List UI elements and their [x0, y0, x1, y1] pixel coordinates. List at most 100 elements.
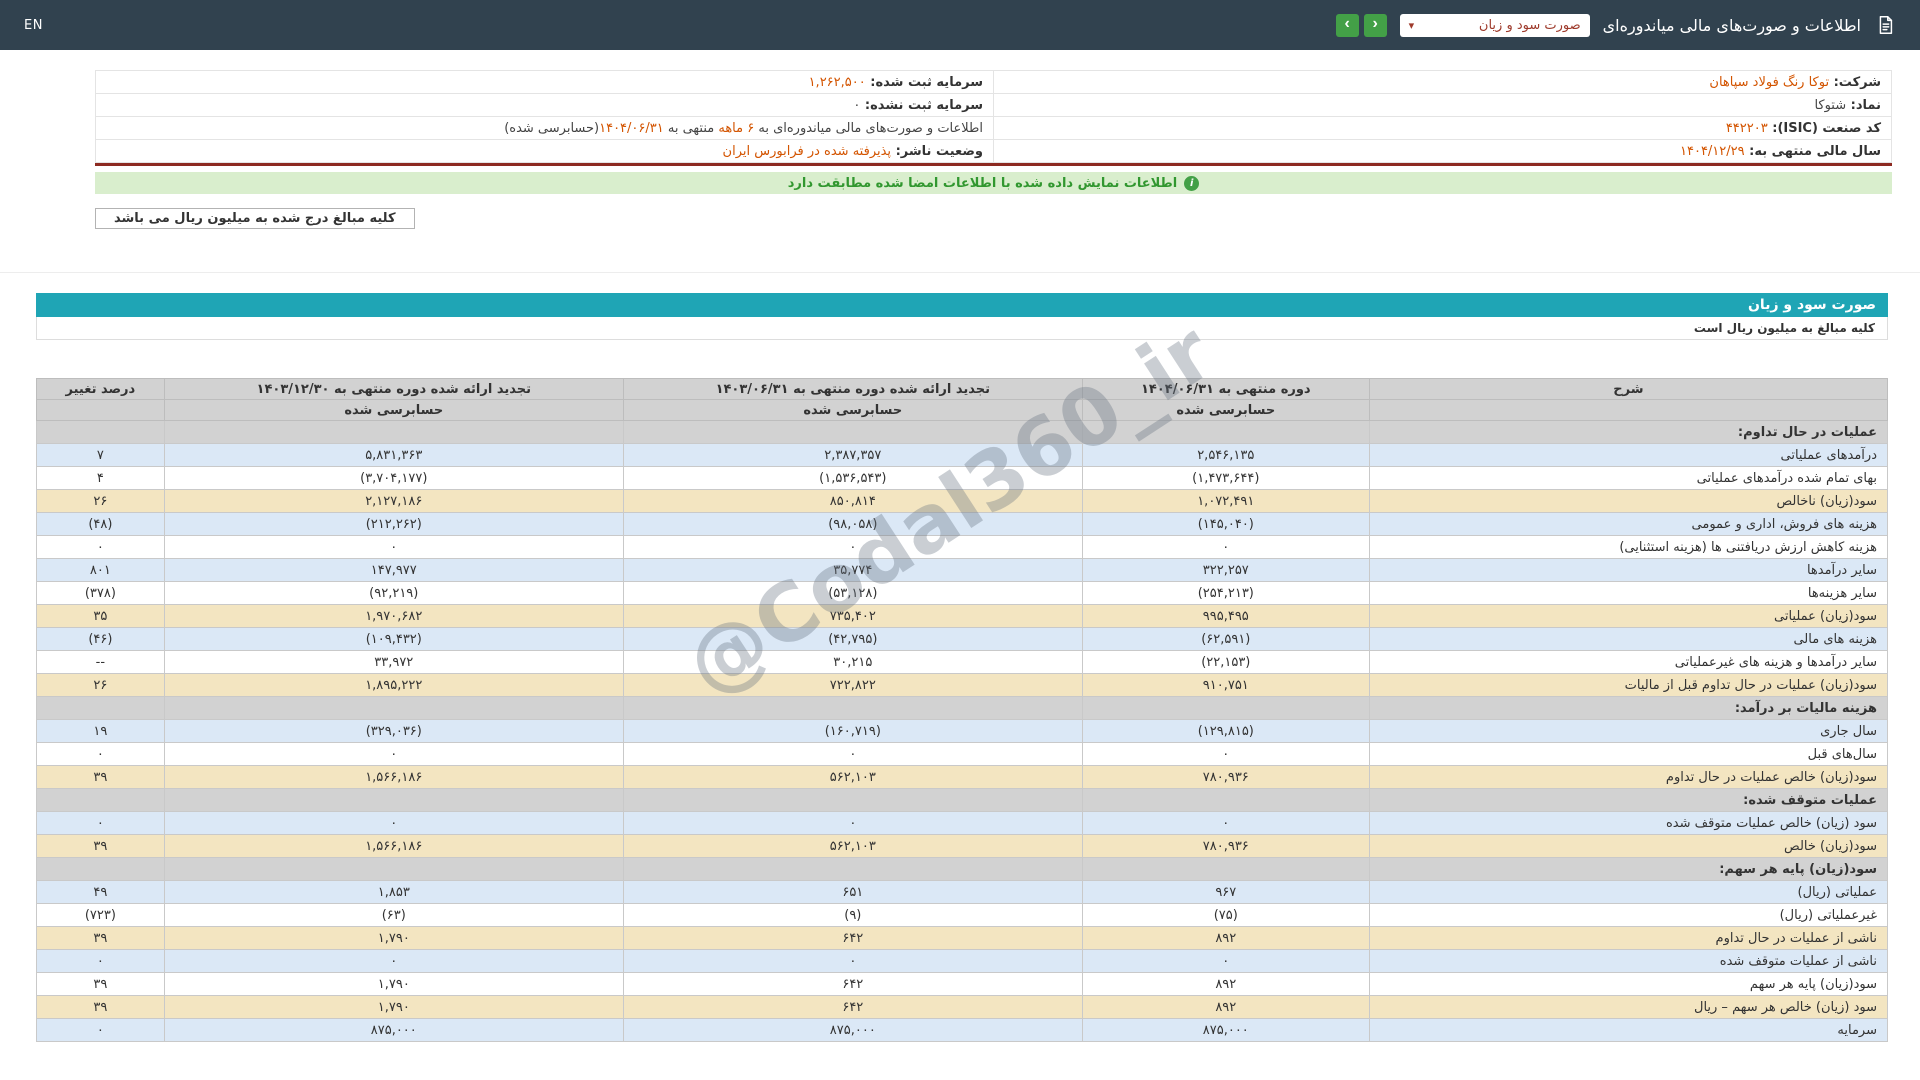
value-cell: (۶۲,۵۹۱) — [1082, 628, 1369, 651]
empty-cell — [1082, 421, 1369, 444]
value-cell: ۱,۷۹۰ — [164, 973, 623, 996]
statement-type-dropdown[interactable]: صورت سود و زیان ▾ — [1400, 14, 1590, 37]
value-cell: (۲۵۴,۲۱۳) — [1082, 582, 1369, 605]
company-info-row: نماد: شتوکاسرمایه ثبت نشده: ۰ — [96, 94, 1892, 117]
period-nav: ‹ › — [1336, 14, 1387, 37]
chevron-left-icon: ‹ — [1344, 16, 1349, 32]
page-title: اطلاعات و صورت‌های مالی میاندوره‌ای — [1603, 16, 1861, 35]
row-label: سود(زیان) خالص عملیات در حال تداوم — [1369, 766, 1887, 789]
value-cell: (۲۱۲,۲۶۲) — [164, 513, 623, 536]
value-cell: ۱,۵۶۶,۱۸۶ — [164, 766, 623, 789]
value-cell: (۶۳) — [164, 904, 623, 927]
change-cell: -- — [37, 651, 165, 674]
empty-cell — [623, 421, 1082, 444]
value-cell: ۳۰,۲۱۵ — [623, 651, 1082, 674]
change-cell: (۳۷۸) — [37, 582, 165, 605]
value-cell: ۶۵۱ — [623, 881, 1082, 904]
row-label: سرمایه — [1369, 1019, 1887, 1042]
change-cell: ۰ — [37, 950, 165, 973]
value-cell: (۹۲,۲۱۹) — [164, 582, 623, 605]
row-label: سایر درآمدها — [1369, 559, 1887, 582]
company-info-section: شرکت: توکا رنگ فولاد سپاهانسرمایه ثبت شد… — [95, 70, 1892, 229]
change-cell: ۳۹ — [37, 927, 165, 950]
company-info-cell: اطلاعات و صورت‌های مالی میاندوره‌ای به ۶… — [96, 117, 994, 140]
empty-cell — [623, 789, 1082, 812]
value-cell: (۲۲,۱۵۳) — [1082, 651, 1369, 674]
col-change: درصد تغییر — [37, 379, 165, 400]
table-row: سود (زیان) خالص عملیات متوقف شده۰۰۰۰ — [37, 812, 1888, 835]
value-cell: ۲,۵۴۶,۱۳۵ — [1082, 444, 1369, 467]
change-cell: ۰ — [37, 536, 165, 559]
value-cell: ۱,۹۷۰,۶۸۲ — [164, 605, 623, 628]
empty-cell — [1082, 789, 1369, 812]
table-row: سرمایه۸۷۵,۰۰۰۸۷۵,۰۰۰۸۷۵,۰۰۰۰ — [37, 1019, 1888, 1042]
section-row: سود(زیان) پایه هر سهم: — [37, 858, 1888, 881]
value-cell: (۱۴۵,۰۴۰) — [1082, 513, 1369, 536]
value-cell: ۰ — [164, 743, 623, 766]
value-cell: (۳۲۹,۰۳۶) — [164, 720, 623, 743]
table-row: سود(زیان) خالص عملیات در حال تداوم۷۸۰,۹۳… — [37, 766, 1888, 789]
value-cell: ۰ — [1082, 743, 1369, 766]
table-row: سال جاری(۱۲۹,۸۱۵)(۱۶۰,۷۱۹)(۳۲۹,۰۳۶)۱۹ — [37, 720, 1888, 743]
row-label: غیرعملیاتی (ریال) — [1369, 904, 1887, 927]
change-cell: (۷۲۳) — [37, 904, 165, 927]
change-cell: ۲۶ — [37, 674, 165, 697]
value-cell: (۹) — [623, 904, 1082, 927]
dropdown-selected-value: صورت سود و زیان — [1479, 18, 1581, 33]
value-cell: (۵۳,۱۲۸) — [623, 582, 1082, 605]
red-divider — [95, 163, 1892, 166]
value-cell: ۳۳,۹۷۲ — [164, 651, 623, 674]
table-row: غیرعملیاتی (ریال)(۷۵)(۹)(۶۳)(۷۲۳) — [37, 904, 1888, 927]
next-period-button[interactable]: › — [1364, 14, 1387, 37]
table-row: ناشی از عملیات در حال تداوم۸۹۲۶۴۲۱,۷۹۰۳۹ — [37, 927, 1888, 950]
prev-period-button[interactable]: ‹ — [1336, 14, 1359, 37]
value-cell: (۷۵) — [1082, 904, 1369, 927]
row-label: سود (زیان) خالص عملیات متوقف شده — [1369, 812, 1887, 835]
empty-header-cell — [1369, 400, 1887, 421]
col-period-restated-mid: تجدید ارائه شده دوره منتهی به ۱۴۰۳/۰۶/۳۱ — [623, 379, 1082, 400]
value-cell: (۱۰۹,۴۳۲) — [164, 628, 623, 651]
value-cell: ۱۴۷,۹۷۷ — [164, 559, 623, 582]
row-label: ناشی از عملیات در حال تداوم — [1369, 927, 1887, 950]
company-info-cell: سرمایه ثبت شده: ۱,۲۶۲,۵۰۰ — [96, 71, 994, 94]
value-cell: ۵۶۲,۱۰۳ — [623, 835, 1082, 858]
table-row: سود(زیان) خالص۷۸۰,۹۳۶۵۶۲,۱۰۳۱,۵۶۶,۱۸۶۳۹ — [37, 835, 1888, 858]
row-label: سایر درآمدها و هزینه های غیرعملیاتی — [1369, 651, 1887, 674]
table-row: سود(زیان) پایه هر سهم۸۹۲۶۴۲۱,۷۹۰۳۹ — [37, 973, 1888, 996]
value-cell: ۷۸۰,۹۳۶ — [1082, 835, 1369, 858]
value-cell: ۱,۵۶۶,۱۸۶ — [164, 835, 623, 858]
empty-cell — [37, 789, 165, 812]
value-cell: ۶۴۲ — [623, 927, 1082, 950]
signature-notice: i اطلاعات نمایش داده شده با اطلاعات امضا… — [95, 172, 1892, 194]
empty-cell — [623, 858, 1082, 881]
topbar-right-group: اطلاعات و صورت‌های مالی میاندوره‌ای صورت… — [1336, 14, 1896, 37]
table-row: درآمدهای عملیاتی۲,۵۴۶,۱۳۵۲,۳۸۷,۳۵۷۵,۸۳۱,… — [37, 444, 1888, 467]
value-cell: ۰ — [623, 812, 1082, 835]
row-label: سود(زیان) پایه هر سهم — [1369, 973, 1887, 996]
statement-table-wrap: @Codal360_ir شرح دوره منتهی به ۱۴۰۴/۰۶/۳… — [36, 378, 1888, 1042]
value-cell: ۸۷۵,۰۰۰ — [164, 1019, 623, 1042]
language-toggle[interactable]: EN — [24, 18, 43, 33]
company-info-row: سال مالی منتهی به: ۱۴۰۴/۱۲/۲۹وضعیت ناشر:… — [96, 140, 1892, 163]
table-row: سال‌های قبل۰۰۰۰ — [37, 743, 1888, 766]
change-cell: ۷ — [37, 444, 165, 467]
change-cell: ۴۹ — [37, 881, 165, 904]
page-divider — [0, 272, 1920, 273]
header-row-periods: شرح دوره منتهی به ۱۴۰۴/۰۶/۳۱ تجدید ارائه… — [37, 379, 1888, 400]
table-row: سایر درآمدها و هزینه های غیرعملیاتی(۲۲,۱… — [37, 651, 1888, 674]
value-cell: ۸۵۰,۸۱۴ — [623, 490, 1082, 513]
table-row: سود(زیان) ناخالص۱,۰۷۲,۴۹۱۸۵۰,۸۱۴۲,۱۲۷,۱۸… — [37, 490, 1888, 513]
row-label: سود(زیان) عملیات در حال تداوم قبل از مال… — [1369, 674, 1887, 697]
empty-cell — [164, 789, 623, 812]
statement-title: صورت سود و زیان — [36, 293, 1888, 317]
empty-cell — [37, 697, 165, 720]
table-row: هزینه های مالی(۶۲,۵۹۱)(۴۲,۷۹۵)(۱۰۹,۴۳۲)(… — [37, 628, 1888, 651]
section-label: هزینه مالیات بر درآمد: — [1369, 697, 1887, 720]
section-row: هزینه مالیات بر درآمد: — [37, 697, 1888, 720]
value-cell: ۰ — [623, 536, 1082, 559]
value-cell: ۸۷۵,۰۰۰ — [623, 1019, 1082, 1042]
company-info-cell: سرمایه ثبت نشده: ۰ — [96, 94, 994, 117]
value-cell: (۱,۵۳۶,۵۴۳) — [623, 467, 1082, 490]
topbar-left-group: EN — [24, 18, 43, 33]
change-cell: ۳۹ — [37, 835, 165, 858]
